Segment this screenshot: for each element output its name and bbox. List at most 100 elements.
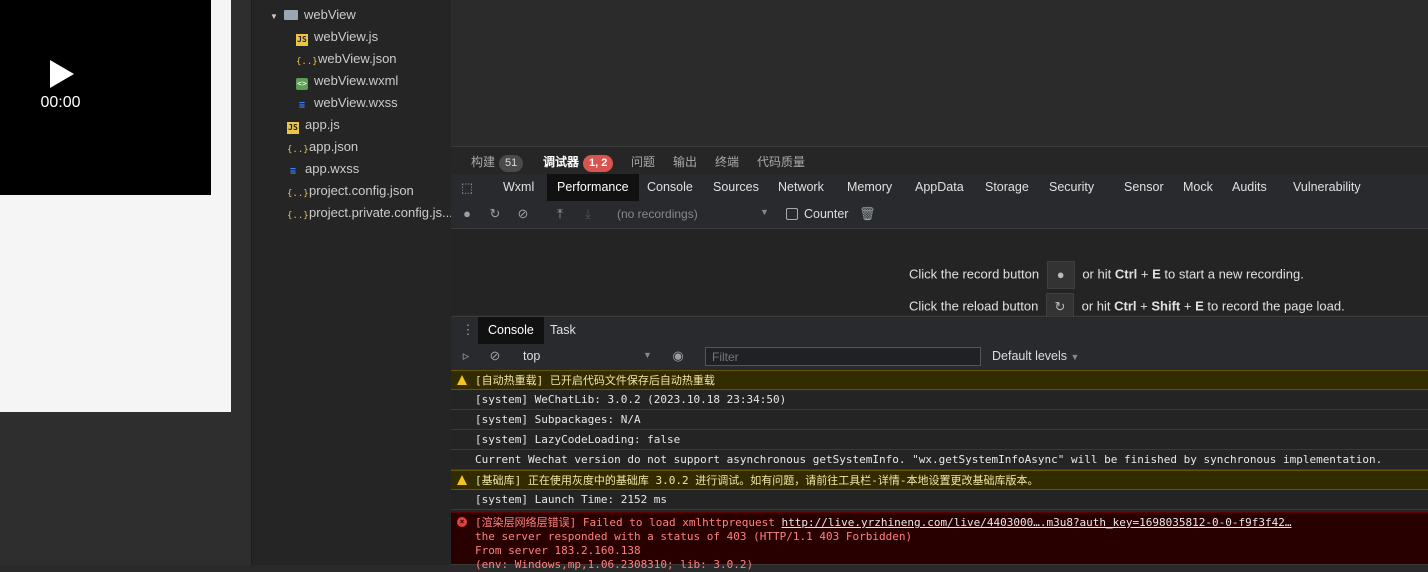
log-levels-label: Default levels (992, 349, 1068, 363)
log-text: [自动热重载] 已开启代码文件保存后自动热重载 (475, 374, 715, 387)
chevron-down-icon: ▼ (1070, 352, 1080, 362)
panel-tab[interactable]: 输出 (673, 153, 697, 170)
devtools-tabs: ⬚ Wxml Performance Console Sources Network Me… (451, 174, 1428, 202)
simulator-background (0, 412, 251, 565)
console-toolbar: ▹ ⊘ top ▼ ◉ Default levels ▼ (451, 344, 1428, 371)
tree-file[interactable]: {..}project.config.json (287, 180, 414, 202)
devtools-tab-security[interactable]: Security (1049, 174, 1094, 201)
panel-tab[interactable]: 调试器 1, 2 (543, 153, 614, 172)
error-detail: the server responded with a status of 40… (475, 530, 913, 543)
devtools-tab-sources[interactable]: Sources (713, 174, 759, 201)
devtools-tab-network[interactable]: Network (778, 174, 824, 201)
log-levels-select[interactable]: Default levels ▼ (992, 349, 1079, 363)
tree-folder-webview[interactable]: ▼ webView (270, 4, 356, 26)
counter-label: Counter (804, 207, 849, 221)
log-text: [system] LazyCodeLoading: false (475, 433, 681, 446)
tree-file[interactable]: ≡ webView.wxss (296, 92, 398, 114)
tree-file[interactable]: JS webView.js (296, 26, 378, 48)
panel-tab[interactable]: 问题 (631, 153, 655, 170)
devtools-tab-memory[interactable]: Memory (847, 174, 892, 201)
log-line: Current Wechat version do not support as… (451, 450, 1428, 470)
drawer-tabs: ⋮ Console Task (451, 316, 1428, 345)
devtools-tab-wxml[interactable]: Wxml (503, 174, 534, 201)
folder-icon (284, 10, 298, 20)
panel-tab-label: 构建 (471, 155, 496, 169)
error-detail: (env: Windows,mp,1.06.2308310; lib: 3.0.… (475, 558, 754, 571)
recordings-select[interactable]: (no recordings) (617, 207, 698, 221)
wxss-file-icon: ≡ (289, 166, 297, 177)
warning-icon (457, 475, 467, 485)
counter-checkbox[interactable] (786, 208, 798, 220)
panel-tab-badge: 51 (499, 155, 524, 172)
panel-tab-badge: 1, 2 (583, 155, 614, 172)
key-plus: + (1140, 298, 1148, 314)
tree-file[interactable]: JS app.js (287, 114, 340, 136)
log-line: [system] Subpackages: N/A (451, 410, 1428, 430)
tree-file[interactable]: {..}webView.json (296, 48, 397, 70)
record-button[interactable]: ● (1046, 261, 1075, 289)
devtools-tab-vulnerability[interactable]: Vulnerability (1293, 174, 1361, 201)
devtools-tab-mock[interactable]: Mock (1183, 174, 1213, 201)
context-select[interactable]: top (523, 349, 540, 363)
tree-file[interactable]: {..}app.json (287, 136, 358, 158)
panel-tab-label: 输出 (673, 155, 698, 169)
hint-text: or hit (1082, 266, 1112, 282)
devtools-tab-console[interactable]: Console (647, 174, 693, 201)
upload-icon[interactable]: ⤒ (553, 207, 567, 221)
trash-icon[interactable]: 🗑 (859, 207, 876, 221)
tree-file-label: project.private.config.js... (309, 205, 453, 220)
js-file-icon: JS (296, 34, 308, 46)
eye-icon[interactable]: ◉ (671, 349, 685, 363)
devtools-tab-appdata[interactable]: AppData (915, 174, 964, 201)
panel-tab-label: 终端 (715, 155, 740, 169)
wxml-file-icon: <> (296, 78, 308, 90)
devtools-tab-audits[interactable]: Audits (1232, 174, 1267, 201)
log-text: [基础库] 正在使用灰度中的基础库 3.0.2 进行调试。如有问题，请前往工具栏… (475, 474, 1039, 487)
chevron-down-icon[interactable]: ▼ (760, 207, 769, 217)
log-line: [自动热重载] 已开启代码文件保存后自动热重载 (451, 370, 1428, 390)
clear-console-icon[interactable]: ⊘ (488, 349, 502, 363)
error-text: [渲染层网络层错误] Failed to load xmlhttprequest (475, 516, 782, 529)
devtools-tab-performance[interactable]: Performance (547, 174, 639, 201)
inspect-element-icon[interactable]: ⬚ (460, 181, 474, 195)
panel-tab[interactable]: 构建 51 (471, 153, 524, 172)
log-line: [基础库] 正在使用灰度中的基础库 3.0.2 进行调试。如有问题，请前往工具栏… (451, 470, 1428, 490)
hint-text: Click the record button (909, 266, 1040, 282)
error-url-link[interactable]: http://live.yrzhineng.com/live/4403000….… (782, 516, 1292, 529)
sidebar-toggle-icon[interactable]: ▹ (459, 349, 473, 363)
log-text: [system] WeChatLib: 3.0.2 (2023.10.18 23… (475, 393, 787, 406)
drawer-tab-console[interactable]: Console (478, 317, 544, 344)
error-detail: From server 183.2.160.138 (475, 544, 641, 557)
record-icon[interactable]: ● (460, 207, 474, 221)
tree-file-label: project.config.json (309, 183, 414, 198)
chevron-down-icon[interactable]: ▼ (270, 6, 280, 28)
json-file-icon: {..} (287, 189, 309, 199)
drawer-tab-task[interactable]: Task (550, 317, 576, 344)
play-icon[interactable] (50, 60, 74, 88)
tree-file-label: app.js (305, 117, 340, 132)
video-player[interactable]: 00:00 (0, 0, 211, 195)
panel-tab[interactable]: 终端 (715, 153, 739, 170)
tree-file[interactable]: <> webView.wxml (296, 70, 398, 92)
key-label: Ctrl (1114, 298, 1137, 314)
clear-icon[interactable]: ⊘ (516, 207, 530, 221)
chevron-down-icon[interactable]: ▼ (643, 350, 652, 360)
download-icon[interactable]: ⤓ (581, 207, 595, 221)
devtools-tab-sensor[interactable]: Sensor (1124, 174, 1164, 201)
performance-toolbar: ● ↻ ⊘ ⤒ ⤓ (no recordings) ▼ Counter 🗑 (451, 201, 1428, 229)
log-error: × [渲染层网络层错误] Failed to load xmlhttpreques… (451, 512, 1428, 571)
json-file-icon: {..} (296, 57, 318, 67)
hint-text: to record the page load. (1207, 298, 1345, 314)
key-label: E (1152, 266, 1161, 282)
more-vert-icon[interactable]: ⋮ (461, 323, 475, 337)
log-text: Current Wechat version do not support as… (475, 453, 1383, 466)
editor-area (451, 0, 1428, 146)
tree-file[interactable]: ≡ app.wxss (287, 158, 359, 180)
key-label: Shift (1151, 298, 1181, 314)
panel-tab[interactable]: 代码质量 (757, 153, 805, 170)
reload-icon[interactable]: ↻ (488, 207, 502, 221)
console-log: [自动热重载] 已开启代码文件保存后自动热重载 [system] WeChatLi… (451, 370, 1428, 571)
devtools-tab-storage[interactable]: Storage (985, 174, 1029, 201)
console-filter-input[interactable] (705, 347, 981, 366)
tree-file[interactable]: {..}project.private.config.js... (287, 202, 453, 224)
